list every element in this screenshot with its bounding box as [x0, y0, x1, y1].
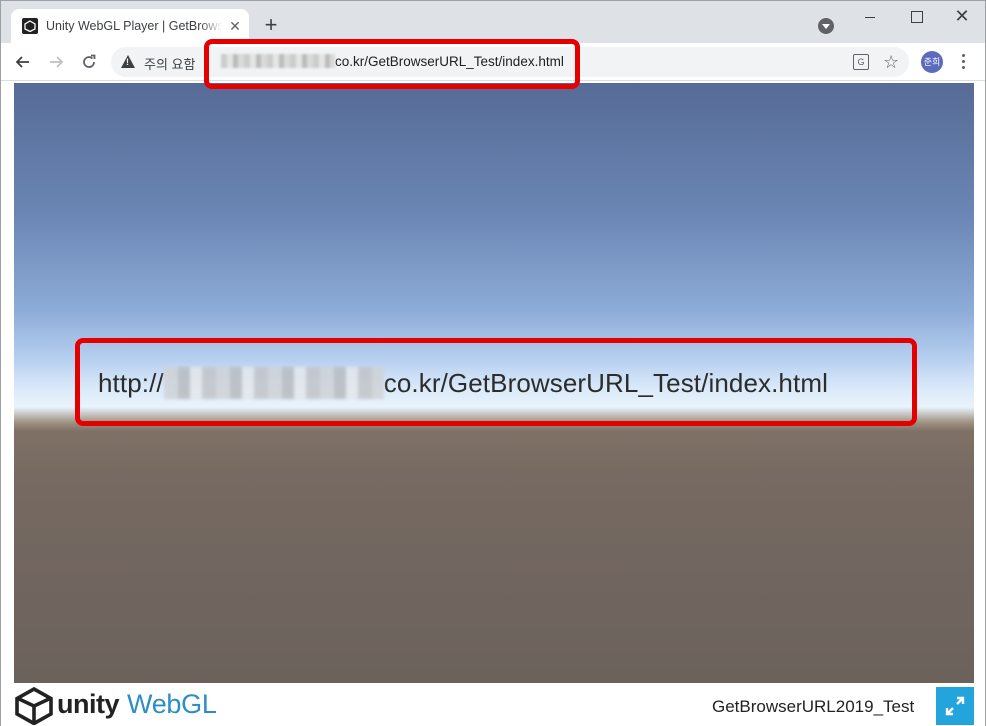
- address-url-visible: co.kr/GetBrowserURL_Test/index.html: [335, 54, 564, 69]
- minimize-button[interactable]: [847, 1, 893, 33]
- bookmark-star-icon[interactable]: ☆: [883, 51, 899, 73]
- tab-close-icon[interactable]: ✕: [227, 18, 243, 34]
- scene-url-text: http:// co.kr/GetBrowserURL_Test/index.ht…: [98, 367, 828, 399]
- warning-icon[interactable]: [121, 55, 135, 68]
- tab-title: Unity WebGL Player | GetBrowserURL2019_T…: [46, 19, 222, 33]
- new-tab-button[interactable]: +: [261, 14, 281, 36]
- unity-favicon-icon: [22, 18, 38, 34]
- unity-wordmark: unity: [57, 689, 120, 719]
- tab-search-icon[interactable]: [818, 18, 834, 34]
- translate-icon[interactable]: G: [853, 54, 869, 70]
- fullscreen-icon: [945, 696, 965, 716]
- reload-icon[interactable]: [77, 50, 101, 74]
- url-redacted-block: [221, 54, 335, 68]
- browser-window: Unity WebGL Player | GetBrowserURL2019_T…: [0, 0, 986, 726]
- window-close-button[interactable]: ✕: [939, 1, 985, 33]
- webgl-footer: unity WebGL GetBrowserURL2019_Test: [14, 683, 974, 726]
- project-title: GetBrowserURL2019_Test: [712, 697, 915, 716]
- maximize-button[interactable]: [893, 1, 939, 33]
- webgl-page: http:// co.kr/GetBrowserURL_Test/index.ht…: [1, 81, 985, 726]
- webgl-wordmark: WebGL: [127, 689, 217, 719]
- security-status-label[interactable]: 주의 요함: [144, 54, 195, 73]
- unity-logo-icon: [14, 686, 54, 726]
- forward-arrow-icon[interactable]: [44, 50, 68, 74]
- fullscreen-button[interactable]: [936, 687, 974, 725]
- back-arrow-icon[interactable]: [11, 50, 35, 74]
- scene-url-prefix: http://: [98, 368, 164, 398]
- unity-canvas[interactable]: http:// co.kr/GetBrowserURL_Test/index.ht…: [14, 83, 974, 683]
- scene-url-redacted-block: [163, 367, 384, 399]
- browser-toolbar: 주의 요함 co.kr/GetBrowserURL_Test/index.htm…: [1, 43, 985, 81]
- profile-avatar[interactable]: 준희: [921, 51, 943, 73]
- scene-url-suffix: co.kr/GetBrowserURL_Test/index.html: [383, 368, 828, 398]
- tab-active[interactable]: Unity WebGL Player | GetBrowserURL2019_T…: [11, 9, 249, 43]
- address-bar[interactable]: 주의 요함 co.kr/GetBrowserURL_Test/index.htm…: [111, 47, 909, 77]
- address-url[interactable]: co.kr/GetBrowserURL_Test/index.html: [221, 54, 564, 69]
- kebab-menu-icon[interactable]: [955, 52, 971, 72]
- tab-strip: Unity WebGL Player | GetBrowserURL2019_T…: [1, 1, 985, 43]
